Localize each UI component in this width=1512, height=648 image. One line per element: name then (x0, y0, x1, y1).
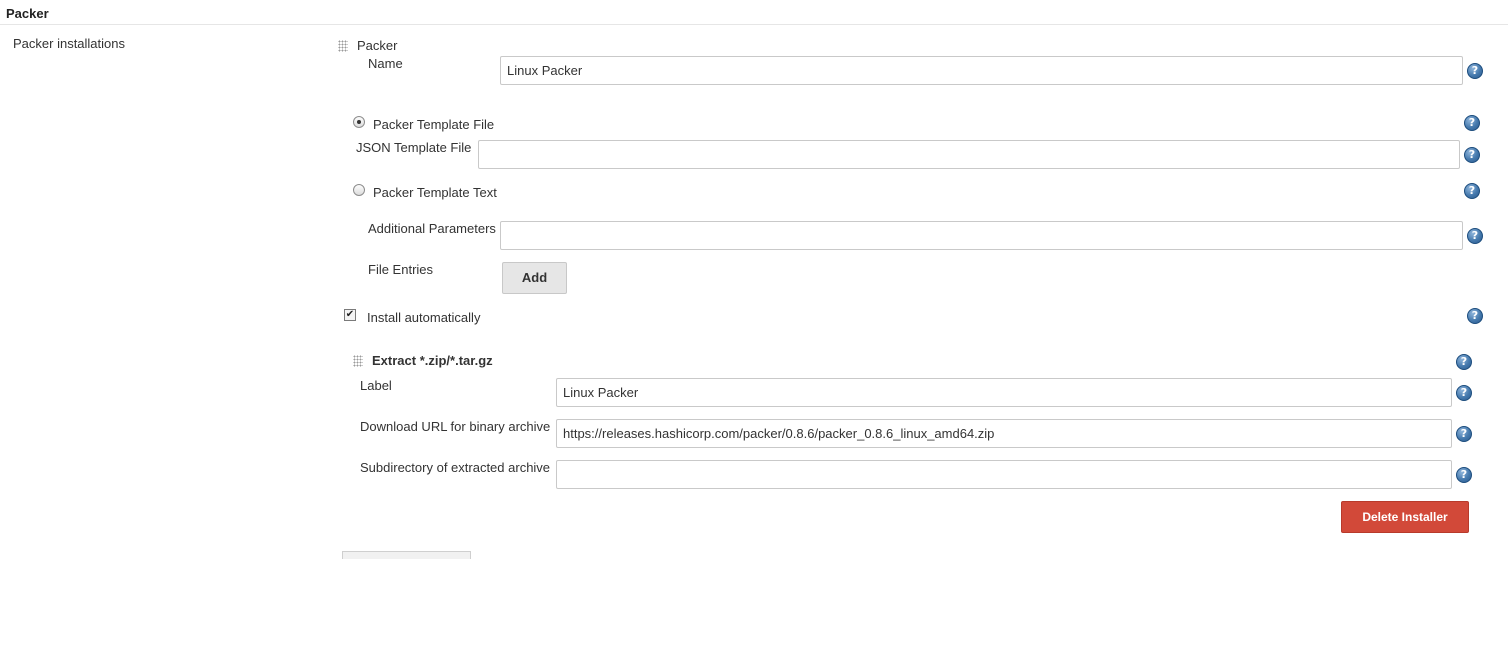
help-icon[interactable] (1456, 354, 1472, 370)
help-icon[interactable] (1467, 228, 1483, 244)
help-icon[interactable] (1467, 308, 1483, 324)
install-automatically-checkbox[interactable]: ✔ (344, 309, 356, 321)
drag-handle-icon[interactable] (353, 355, 363, 367)
add-installer-button[interactable] (342, 551, 471, 559)
help-icon[interactable] (1456, 467, 1472, 483)
help-icon[interactable] (1467, 63, 1483, 79)
download-url-label: Download URL for binary archive (360, 419, 551, 434)
template-file-radio[interactable] (353, 116, 365, 128)
additional-parameters-label: Additional Parameters (368, 221, 496, 236)
help-icon[interactable] (1464, 115, 1480, 131)
help-icon[interactable] (1464, 183, 1480, 199)
drag-handle-icon[interactable] (338, 40, 348, 52)
installer-label-label: Label (360, 378, 392, 393)
section-title: Packer (6, 6, 49, 21)
help-icon[interactable] (1456, 426, 1472, 442)
json-template-file-input[interactable] (478, 140, 1460, 169)
json-template-file-label: JSON Template File (356, 140, 472, 155)
template-text-label: Packer Template Text (373, 185, 497, 200)
file-entries-label: File Entries (368, 262, 434, 277)
subdirectory-input[interactable] (556, 460, 1452, 489)
additional-parameters-input[interactable] (500, 221, 1463, 250)
add-file-entry-button[interactable]: Add (502, 262, 567, 294)
download-url-input[interactable] (556, 419, 1452, 448)
installation-header: Packer (357, 38, 398, 53)
name-label: Name (368, 56, 403, 71)
installer-label-input[interactable] (556, 378, 1452, 407)
section-divider (0, 24, 1508, 25)
template-text-radio[interactable] (353, 184, 365, 196)
help-icon[interactable] (1456, 385, 1472, 401)
install-automatically-label: Install automatically (367, 310, 481, 325)
help-icon[interactable] (1464, 147, 1480, 163)
delete-installer-button[interactable]: Delete Installer (1341, 501, 1469, 533)
name-input[interactable] (500, 56, 1463, 85)
installer-header: Extract *.zip/*.tar.gz (372, 353, 493, 368)
packer-installations-label: Packer installations (13, 36, 125, 51)
template-file-label: Packer Template File (373, 117, 495, 132)
subdirectory-label: Subdirectory of extracted archive (360, 460, 551, 475)
